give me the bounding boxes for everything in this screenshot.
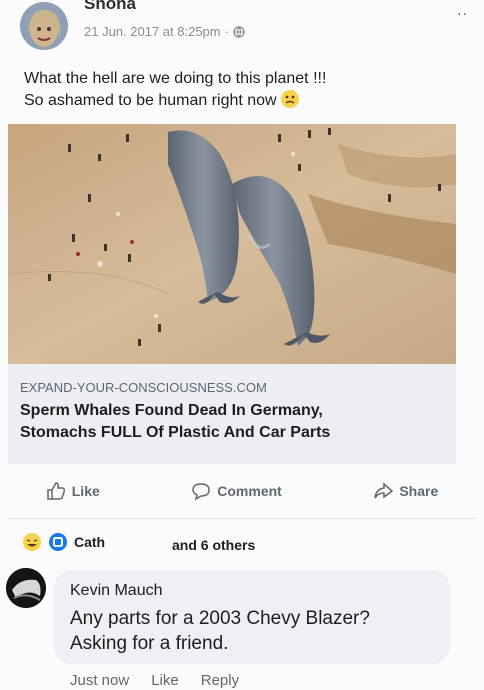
beached-whales-photo	[8, 124, 456, 364]
meta-separator: ·	[224, 24, 229, 39]
link-preview-card[interactable]: EXPAND-YOUR-CONSCIOUSNESS.COM Sperm Whal…	[8, 364, 456, 464]
link-headline-line-1: Sperm Whales Found Dead In Germany,	[20, 402, 323, 419]
comment-author[interactable]: Kevin Mauch	[70, 582, 163, 600]
comment-bubble: Kevin Mauch Any parts for a 2003 Chevy B…	[54, 570, 450, 664]
link-headline: Sperm Whales Found Dead In Germany, Stom…	[20, 400, 440, 444]
status-line-2: So ashamed to be human right now	[24, 92, 277, 109]
more-options-button[interactable]: ..	[457, 2, 468, 20]
comment-footer: Just now Like Reply	[70, 672, 239, 689]
status-line-2-row: So ashamed to be human right now	[24, 90, 464, 112]
comment-label: Comment	[217, 483, 282, 499]
reaction-others[interactable]: and 6 others	[172, 537, 255, 553]
commenter-avatar-photo	[6, 568, 46, 608]
share-button[interactable]: Share	[373, 481, 438, 501]
comment-text-line-1: Any parts for a 2003 Chevy Blazer?	[70, 608, 370, 629]
like-reaction-icon	[49, 533, 67, 551]
comment-like-button[interactable]: Like	[151, 672, 179, 689]
avatar-photo	[20, 2, 68, 50]
comment-text: Any parts for a 2003 Chevy Blazer? Askin…	[70, 606, 440, 656]
facebook-post: Snona 21 Jun. 2017 at 8:25pm · .. What t…	[0, 0, 484, 690]
comment-time[interactable]: Just now	[70, 672, 129, 689]
link-domain: EXPAND-YOUR-CONSCIOUSNESS.COM	[20, 380, 267, 395]
comment-reply-button[interactable]: Reply	[201, 672, 239, 689]
post-status-text: What the hell are we doing to this plane…	[24, 68, 464, 112]
status-line-1: What the hell are we doing to this plane…	[24, 70, 327, 87]
confused-face-emoji	[281, 90, 300, 108]
comment-text-line-2: Asking for a friend.	[70, 633, 229, 654]
share-arrow-icon	[374, 482, 394, 499]
post-action-bar: Like Comment Share	[0, 470, 484, 512]
comment-button[interactable]: Comment	[191, 481, 282, 501]
reactions-divider	[8, 518, 476, 519]
commenter-avatar[interactable]	[6, 568, 46, 608]
thumbs-up-icon	[47, 482, 65, 500]
reaction-name: Cath	[74, 534, 106, 550]
share-label: Share	[399, 483, 439, 499]
link-headline-line-2: Stomachs FULL Of Plastic And Car Parts	[20, 424, 331, 441]
like-button[interactable]: Like	[46, 481, 100, 501]
reaction-summary[interactable]: Cath	[22, 532, 105, 552]
post-meta: 21 Jun. 2017 at 8:25pm ·	[84, 24, 245, 39]
comment-bubble-icon	[192, 483, 211, 501]
globe-icon	[233, 25, 245, 38]
haha-reaction-icon	[23, 533, 41, 551]
author-avatar[interactable]	[20, 2, 68, 50]
post-timestamp[interactable]: 21 Jun. 2017 at 8:25pm	[84, 24, 221, 39]
author-name[interactable]: Snona	[84, 0, 136, 14]
link-preview-image[interactable]	[8, 124, 456, 364]
like-label: Like	[71, 483, 100, 499]
